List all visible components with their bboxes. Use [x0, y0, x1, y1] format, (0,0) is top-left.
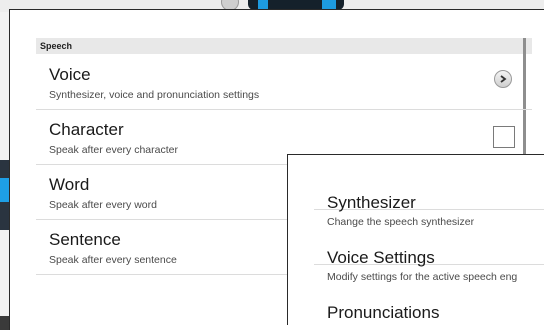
item-title: Pronunciations [327, 303, 440, 322]
section-header-speech: Speech [36, 38, 532, 54]
item-title: Character [49, 120, 124, 139]
item-subtitle: Speak after every character [49, 144, 178, 156]
list-item-pronunciations[interactable]: Pronunciations [314, 265, 544, 322]
list-item-voice-settings[interactable]: Voice Settings Modify settings for the a… [314, 210, 544, 283]
character-checkbox[interactable] [493, 126, 515, 148]
item-subtitle: Speak after every sentence [49, 254, 177, 266]
list-item-synthesizer[interactable]: Synthesizer Change the speech synthesize… [314, 155, 544, 228]
chevron-right-icon-glyph [500, 75, 507, 83]
voice-submenu-panel: Synthesizer Change the speech synthesize… [287, 154, 544, 325]
item-title: Voice [49, 65, 91, 84]
item-subtitle: Speak after every word [49, 199, 157, 211]
chevron-right-icon[interactable] [494, 70, 512, 88]
item-title: Sentence [49, 230, 121, 249]
list-item-voice[interactable]: Voice Synthesizer, voice and pronunciati… [36, 55, 532, 110]
item-title: Word [49, 175, 90, 194]
item-subtitle: Synthesizer, voice and pronunciation set… [49, 89, 260, 101]
